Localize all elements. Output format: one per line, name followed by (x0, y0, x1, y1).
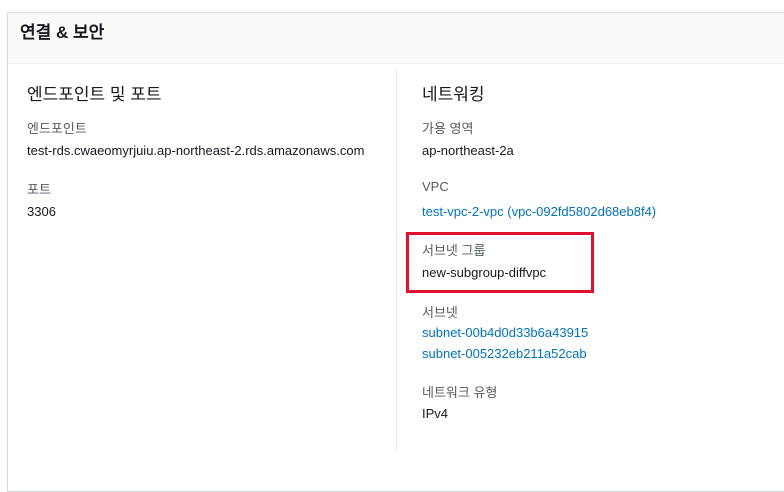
networking-section-title: 네트워킹 (422, 85, 485, 104)
subnets-label: 서브넷 (422, 305, 458, 320)
vpc-label: VPC (422, 179, 449, 194)
panel-header (8, 13, 784, 64)
endpoint-label: 엔드포인트 (27, 121, 87, 136)
endpoint-port-section-title: 엔드포인트 및 포트 (27, 85, 162, 104)
endpoint-value: test-rds.cwaeomyrjuiu.ap-northeast-2.rds… (27, 143, 365, 158)
port-value: 3306 (27, 204, 56, 219)
panel-title: 연결 & 보안 (20, 23, 105, 42)
subnet-group-highlight-box (406, 232, 594, 293)
network-type-value: IPv4 (422, 406, 449, 421)
port-label: 포트 (27, 182, 51, 197)
column-divider (396, 68, 397, 452)
subnet-link-1[interactable]: subnet-00b4d0d33b6a43915 (422, 325, 588, 340)
availability-zone-value: ap-northeast-2a (422, 143, 514, 158)
availability-zone-label: 가용 영역 (422, 121, 474, 136)
vpc-link[interactable]: test-vpc-2-vpc (vpc-092fd5802d68eb8f4) (422, 204, 656, 219)
network-type-label: 네트워크 유형 (422, 385, 498, 400)
subnet-link-2[interactable]: subnet-005232eb211a52cab (422, 346, 587, 361)
